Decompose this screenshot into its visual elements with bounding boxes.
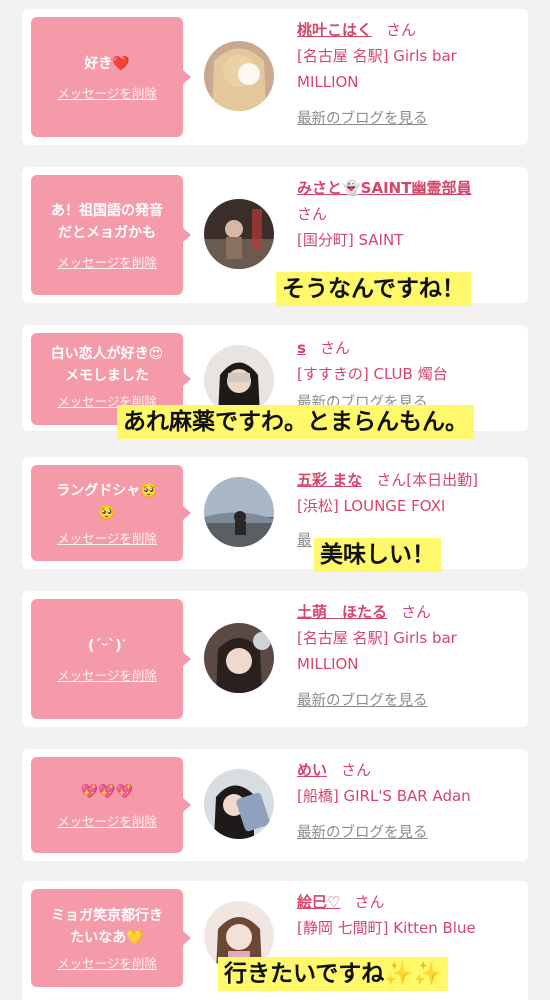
honorific: さん (341, 761, 372, 779)
cast-info: 桃叶こはく さん [名古屋 名駅] Girls bar MILLION 最新のブロ… (297, 17, 523, 132)
cast-info: 絵巳♡ さん [静岡 七間町] Kitten Blue (297, 889, 523, 941)
delete-message-link[interactable]: メッセージを削除 (57, 953, 157, 972)
attendance-badge: [本日出勤] (406, 471, 478, 489)
honorific: さん (297, 205, 328, 223)
honorific: さん (386, 21, 417, 39)
cast-info: s さん [すすきの] CLUB 燭台 最新のブログを見る (297, 335, 523, 416)
latest-blog-link[interactable]: 最 (297, 533, 312, 549)
message-text: あ！祖国語の発音 だとメョガかも (51, 202, 163, 241)
shop-name-cont: MILLION (297, 655, 359, 673)
shop-name: [国分町] SAINT (297, 231, 404, 249)
delete-message-link[interactable]: メッセージを削除 (57, 665, 157, 684)
delete-message-link[interactable]: メッセージを削除 (57, 528, 157, 547)
message-text: 好き❤️ (84, 55, 130, 72)
message-bubble: (ˊᵕˋ)ᐝ メッセージを削除 (31, 599, 191, 719)
message-bubble: あ！祖国語の発音 だとメョガかも メッセージを削除 (31, 175, 191, 295)
message-text: 白い恋人が好き😍 メモしました (50, 346, 164, 384)
cast-info: みさと👻SAINT幽霊部員 さん [国分町] SAINT (297, 175, 523, 253)
caption-overlay: 行きたいですね✨✨ (218, 957, 448, 991)
message-text: ミョガ笑京都行き たいなあ💛 (51, 907, 163, 946)
cast-info: めい さん [船橋] GIRL'S BAR Adan 最新のブログを見る (297, 757, 523, 846)
honorific: さん (376, 471, 407, 489)
cast-name-link[interactable]: みさと👻SAINT幽霊部員 (297, 179, 471, 197)
caption-overlay: あれ麻薬ですわ。とまらんもん。 (117, 405, 474, 439)
message-text: 💖💖💖 (80, 783, 134, 800)
cast-info: 土萌 ほたる さん [名古屋 名駅] Girls bar MILLION 最新のブ… (297, 599, 523, 714)
honorific: さん (354, 893, 385, 911)
cast-name-link[interactable]: めい (297, 761, 327, 779)
delete-message-link[interactable]: メッセージを削除 (57, 252, 157, 271)
message-card: 💖💖💖 メッセージを削除 めい さん [船橋] GIRL'S BAR Adan 最… (22, 749, 528, 861)
honorific: さん (319, 339, 350, 357)
delete-message-link[interactable]: メッセージを削除 (57, 811, 157, 830)
avatar[interactable] (204, 623, 274, 693)
cast-name-link[interactable]: s (297, 339, 306, 357)
caption-overlay: 美味しい！ (314, 538, 441, 572)
latest-blog-link[interactable]: 最新のブログを見る (297, 111, 428, 127)
avatar[interactable] (204, 769, 274, 839)
shop-name: [すすきの] CLUB 燭台 (297, 365, 448, 383)
message-card: (ˊᵕˋ)ᐝ メッセージを削除 土萌 ほたる さん [名古屋 名駅] Girls … (22, 591, 528, 727)
shop-name: [名古屋 名駅] Girls bar (297, 47, 457, 65)
avatar[interactable] (204, 199, 274, 269)
message-card: ラングドシャ🥺 🥺 メッセージを削除 五彩 まな さん[本日出勤] [浜松] LO… (22, 457, 528, 569)
message-bubble: ラングドシャ🥺 🥺 メッセージを削除 (31, 465, 191, 561)
cast-name-link[interactable]: 土萌 ほたる (297, 603, 387, 621)
avatar[interactable] (204, 477, 274, 547)
shop-name-cont: MILLION (297, 73, 359, 91)
message-bubble: ミョガ笑京都行き たいなあ💛 メッセージを削除 (31, 889, 191, 987)
message-text: ラングドシャ🥺 🥺 (56, 482, 158, 521)
cast-name-link[interactable]: 絵巳♡ (297, 893, 340, 911)
caption-overlay: そうなんですね！ (276, 272, 471, 306)
shop-name: [静岡 七間町] Kitten Blue (297, 919, 476, 937)
honorific: さん (401, 603, 432, 621)
delete-message-link[interactable]: メッセージを削除 (57, 83, 157, 102)
avatar[interactable] (204, 41, 274, 111)
latest-blog-link[interactable]: 最新のブログを見る (297, 693, 428, 709)
cast-name-link[interactable]: 桃叶こはく (297, 21, 372, 39)
message-card: 好き❤️ メッセージを削除 桃叶こはく さん [名古屋 名駅] Girls bar… (22, 9, 528, 145)
latest-blog-link[interactable]: 最新のブログを見る (297, 825, 428, 841)
shop-name: [浜松] LOUNGE FOXI (297, 497, 446, 515)
message-text: (ˊᵕˋ)ᐝ (88, 637, 126, 654)
shop-name: [船橋] GIRL'S BAR Adan (297, 787, 471, 805)
message-bubble: 💖💖💖 メッセージを削除 (31, 757, 191, 853)
cast-name-link[interactable]: 五彩 まな (297, 471, 362, 489)
shop-name: [名古屋 名駅] Girls bar (297, 629, 457, 647)
message-bubble: 好き❤️ メッセージを削除 (31, 17, 191, 137)
